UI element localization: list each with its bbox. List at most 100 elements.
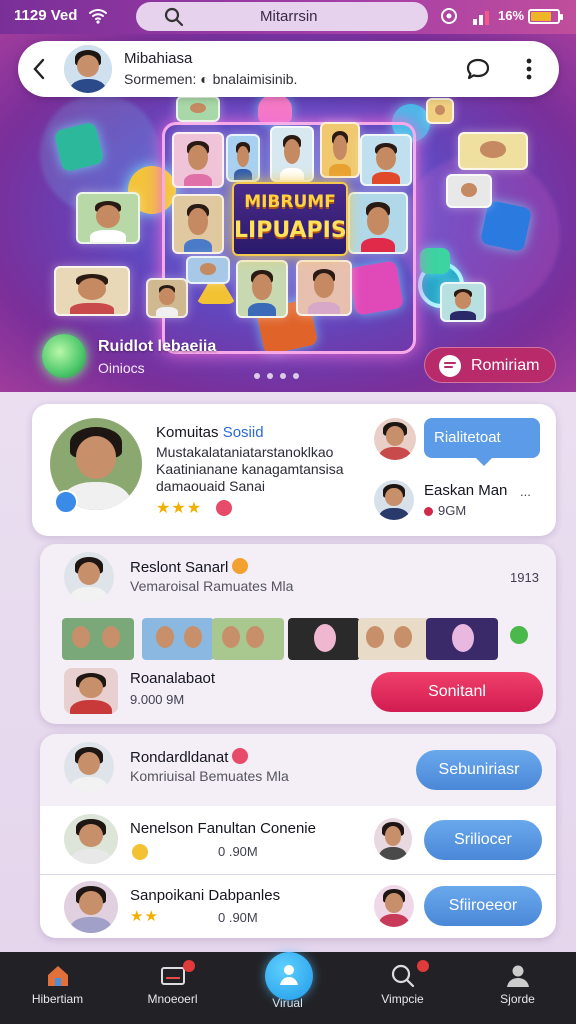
hero-action-button[interactable]: Romiriam: [424, 347, 556, 383]
wifi-icon: [88, 6, 108, 31]
rating-stars: ★★: [130, 908, 159, 925]
list-item[interactable]: Nenelson Fanultan Conenie 0 .90M Srilioc…: [40, 806, 556, 874]
hero-photo: [146, 278, 188, 318]
avatar[interactable]: [64, 45, 112, 93]
nav-item-search[interactable]: Vimpcie: [345, 952, 460, 1024]
hero-photo: [348, 192, 408, 254]
search-icon: [164, 7, 184, 32]
nav-label: Hibertiam: [31, 992, 84, 1006]
list-item-name: Sanpoikani Dabpanles: [130, 887, 281, 904]
carousel-dot[interactable]: [254, 373, 260, 379]
nav-label: Vimpcie: [381, 992, 424, 1006]
message-bubble[interactable]: Rialitetoat: [424, 418, 540, 466]
hero-caption: Ruidlot lebaeiia: [98, 338, 217, 355]
post-count: 1913: [510, 570, 539, 585]
avatar[interactable]: [374, 480, 414, 520]
side-name: Easkan Man: [424, 482, 508, 499]
chat-bubble-icon: [439, 355, 461, 377]
more-dots[interactable]: ...: [520, 484, 531, 499]
rating-stars: ★★★: [156, 500, 203, 517]
status-bar: 1129 Ved Mitarrsin 16%: [0, 0, 576, 34]
carousel-dots[interactable]: [254, 366, 306, 384]
notification-status-icon: [438, 6, 460, 31]
hero-photo: [172, 194, 224, 254]
featured-title: Komuitas Sosiid: [156, 424, 264, 441]
back-arrow-icon[interactable]: [32, 57, 46, 86]
search-bar[interactable]: Mitarrsin: [136, 2, 428, 31]
profile-header: Mibahiasa Sormemen: ◐ bnalaimisinib.: [18, 41, 559, 97]
hero-title-line1: MIBRUMF: [244, 192, 336, 212]
featured-line: damaouaid Sanai: [156, 478, 265, 494]
nav-label: Mnoeoerl: [147, 992, 198, 1006]
nav-item-home[interactable]: Hibertiam: [0, 952, 115, 1024]
nav-item-profile[interactable]: Sjorde: [460, 952, 575, 1024]
featured-card[interactable]: Komuitas Sosiid Mustakalataniatarstanokl…: [32, 404, 556, 536]
hero-photo: [236, 260, 288, 318]
post-photo[interactable]: [62, 618, 134, 660]
nav-item-inbox[interactable]: Mnoeoerl: [115, 952, 230, 1024]
post-subtitle: Komriuisal Bemuates Mla: [130, 768, 289, 784]
emoji-icon: [132, 844, 148, 860]
post-photo[interactable]: [288, 618, 360, 660]
post-subtitle: Vemaroisal Ramuates Mla: [130, 578, 294, 594]
list-item-button[interactable]: Sriliocer: [424, 820, 542, 860]
avatar[interactable]: [64, 742, 114, 792]
post-sub-name: Roanalabaot: [130, 670, 216, 687]
post-author-name: Rondardldanat: [130, 749, 229, 766]
list-item-name: Nenelson Fanultan Conenie: [130, 820, 316, 837]
avatar[interactable]: [64, 881, 118, 933]
avatar[interactable]: [374, 818, 412, 860]
emoji-badge-icon: [232, 748, 249, 764]
hero-photo: [446, 174, 492, 208]
profile-name: Mibahiasa: [124, 50, 193, 67]
post-author-name: Reslont Sanarl: [130, 559, 229, 576]
featured-title-text: Komuitas: [156, 424, 219, 441]
hero-photo: [76, 192, 140, 244]
message-icon[interactable]: [464, 55, 492, 88]
list-item[interactable]: Sanpoikani Dabpanles ★★ 0 .90M Sfiiroeeo…: [40, 875, 556, 938]
hero-photo: [458, 132, 528, 170]
carousel-dot[interactable]: [293, 373, 299, 379]
notification-badge: [183, 960, 195, 972]
center-action-button[interactable]: [265, 952, 313, 1000]
green-orb-icon: [42, 334, 86, 378]
avatar[interactable]: [374, 418, 416, 460]
hero-photo: [320, 122, 360, 178]
hero-photo: [54, 266, 130, 316]
avatar[interactable]: [64, 552, 114, 602]
more-options-icon[interactable]: [524, 55, 534, 88]
carousel-dot[interactable]: [267, 373, 273, 379]
featured-line: Mustakalataniatarstanoklkao: [156, 444, 334, 460]
hero-photo: [226, 134, 260, 182]
post-photo[interactable]: [358, 618, 430, 660]
search-text: Mitarrsin: [260, 8, 318, 25]
avatar[interactable]: [64, 668, 118, 714]
post-photo[interactable]: [212, 618, 284, 660]
person-icon: [277, 962, 301, 993]
hero-photo: [186, 256, 230, 284]
post-action-button[interactable]: Sebuniriasr: [416, 750, 542, 790]
post-photo[interactable]: [142, 618, 214, 660]
post-card[interactable]: Reslont Sanarl Vemaroisal Ramuates Mla 1…: [40, 544, 556, 724]
hero-title-badge: MIBRUMF LIPUAPIS: [232, 182, 348, 256]
emoji-badge-icon: [232, 558, 249, 574]
post-sub-meta: 9.000 9M: [130, 692, 185, 707]
avatar[interactable]: [64, 814, 118, 864]
featured-title-accent: Sosiid: [222, 424, 264, 441]
home-icon: [44, 962, 72, 990]
hero-photo: [360, 134, 412, 186]
profile-subtitle: Sormemen: ◐ bnalaimisinib.: [124, 71, 298, 87]
post-action-button[interactable]: Sonitanl: [371, 672, 543, 712]
post-photo[interactable]: [426, 618, 498, 660]
hero-action-label: Romiriam: [471, 357, 540, 374]
sticker-icon: [510, 626, 528, 644]
list-item-button[interactable]: Sfiiroeeor: [424, 886, 542, 926]
avatar[interactable]: [374, 885, 414, 927]
search-icon: [389, 962, 417, 990]
heart-badge-icon: [216, 500, 232, 516]
hero-title-line2: LIPUAPIS: [234, 218, 347, 243]
signal-icon: [472, 9, 494, 30]
carousel-dot[interactable]: [280, 373, 286, 379]
battery-icon: [528, 9, 563, 24]
post-author: Rondardldanat: [130, 748, 249, 766]
